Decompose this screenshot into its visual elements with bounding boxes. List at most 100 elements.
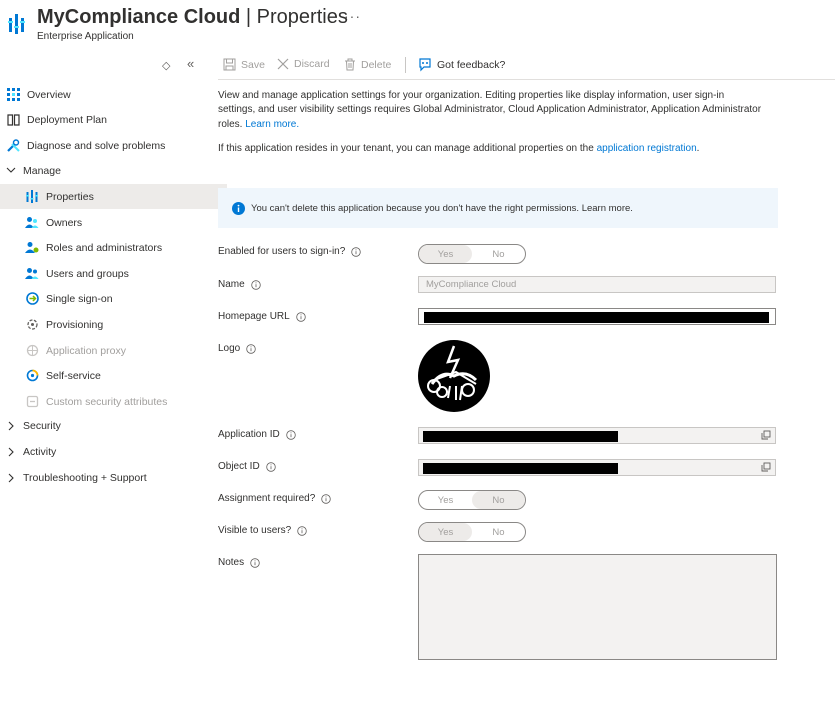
enabled-sign-in-toggle[interactable]: Yes No <box>418 244 526 264</box>
tenant-text: If this application resides in your tena… <box>218 143 594 154</box>
homepage-url-text: Homepage URL <box>218 311 290 322</box>
object-id-field[interactable] <box>418 459 776 476</box>
sidebar-item-label: Deployment Plan <box>27 113 107 126</box>
sidebar-item-label: Provisioning <box>46 318 104 331</box>
chevron-down-icon <box>6 167 16 174</box>
users-groups-icon <box>25 267 39 281</box>
assignment-required-text: Assignment required? <box>218 493 316 504</box>
application-registration-link[interactable]: application registration <box>597 143 697 154</box>
sidebar-item-provisioning[interactable]: Provisioning <box>0 312 227 337</box>
delete-label: Delete <box>361 58 392 71</box>
toggle-yes[interactable]: Yes <box>419 523 472 541</box>
info-icon[interactable] <box>286 429 296 440</box>
info-icon[interactable] <box>250 279 261 290</box>
sidebar-group-security[interactable]: Security <box>0 413 208 438</box>
application-id-label: Application ID <box>218 429 296 440</box>
info-circle-icon <box>232 201 245 215</box>
sidebar-item-properties[interactable]: Properties <box>0 184 227 209</box>
copy-icon[interactable] <box>761 462 771 472</box>
command-bar: Save Discard Delete Got feedback? <box>218 55 835 80</box>
visible-to-users-text: Visible to users? <box>218 525 292 536</box>
homepage-url-field[interactable] <box>418 308 776 325</box>
more-options-button[interactable]: ··· <box>344 8 361 24</box>
notes-textarea[interactable] <box>418 554 777 660</box>
roles-icon <box>25 241 39 255</box>
visible-to-users-toggle[interactable]: Yes No <box>418 522 526 542</box>
sidebar-item-overview[interactable]: Overview <box>0 82 208 107</box>
sidebar-item-users-groups[interactable]: Users and groups <box>0 261 227 286</box>
logo-label: Logo <box>218 343 256 354</box>
application-id-field[interactable] <box>418 427 776 444</box>
sidebar-item-label: Diagnose and solve problems <box>27 139 166 152</box>
info-icon[interactable] <box>265 461 276 472</box>
collapse-sidebar-button[interactable]: « <box>187 56 194 71</box>
feedback-button[interactable]: Got feedback? <box>418 58 505 72</box>
sidebar-item-custom-security-attributes[interactable]: Custom security attributes <box>0 389 227 414</box>
sidebar-item-label: Application proxy <box>46 344 126 357</box>
redacted-value <box>424 312 769 323</box>
redacted-value <box>423 463 618 474</box>
sidebar-item-label: Custom security attributes <box>46 395 168 408</box>
sidebar-item-label: Troubleshooting + Support <box>23 471 147 484</box>
save-label: Save <box>241 58 265 71</box>
name-value: MyCompliance Cloud <box>426 279 517 290</box>
info-icon[interactable] <box>321 493 331 504</box>
save-button[interactable]: Save <box>223 58 265 71</box>
sidebar-item-application-proxy[interactable]: Application proxy <box>0 338 227 363</box>
discard-label: Discard <box>294 58 330 70</box>
chevron-right-icon <box>6 473 16 483</box>
tenant-end: . <box>696 143 700 154</box>
toggle-no[interactable]: No <box>472 245 525 263</box>
book-icon <box>6 113 20 127</box>
info-banner-message: You can't delete this application becaus… <box>251 202 633 214</box>
sidebar-item-label: Security <box>23 419 61 432</box>
sidebar-item-deployment-plan[interactable]: Deployment Plan <box>0 107 208 132</box>
learn-more-link[interactable]: Learn more. <box>245 119 299 130</box>
toggle-no[interactable]: No <box>472 491 525 509</box>
sidebar-item-diagnose[interactable]: Diagnose and solve problems <box>0 133 208 158</box>
sidebar-item-single-sign-on[interactable]: Single sign-on <box>0 286 227 311</box>
sidebar-item-label: Users and groups <box>46 267 129 280</box>
info-icon[interactable] <box>296 311 306 322</box>
object-id-label: Object ID <box>218 461 276 472</box>
sidebar-item-roles[interactable]: Roles and administrators <box>0 235 227 260</box>
sidebar-group-manage[interactable]: Manage <box>0 158 208 183</box>
assignment-required-label: Assignment required? <box>218 493 331 504</box>
notes-label: Notes <box>218 557 260 568</box>
self-service-icon <box>25 369 39 383</box>
toolbar-separator <box>405 57 406 73</box>
trash-icon <box>344 58 356 71</box>
redacted-value <box>423 431 618 442</box>
blade-title: Properties <box>256 6 348 28</box>
copy-icon[interactable] <box>761 430 771 440</box>
info-icon[interactable] <box>351 246 361 257</box>
enabled-sign-in-text: Enabled for users to sign-in? <box>218 246 346 257</box>
toggle-yes[interactable]: Yes <box>419 491 472 509</box>
sidebar-group-activity[interactable]: Activity <box>0 439 208 464</box>
sidebar-item-label: Roles and administrators <box>46 241 163 254</box>
info-icon[interactable] <box>246 343 256 354</box>
custom-attributes-icon <box>25 395 39 409</box>
provisioning-icon <box>25 318 39 332</box>
info-icon[interactable] <box>250 557 260 568</box>
enabled-sign-in-label: Enabled for users to sign-in? <box>218 246 361 257</box>
name-field[interactable]: MyCompliance Cloud <box>418 276 776 293</box>
sidebar-item-label: Overview <box>27 88 71 101</box>
info-icon[interactable] <box>297 525 307 536</box>
sidebar-group-troubleshooting[interactable]: Troubleshooting + Support <box>0 465 208 490</box>
assignment-required-toggle[interactable]: Yes No <box>418 490 526 510</box>
wrench-icon <box>6 139 20 153</box>
owners-icon <box>25 216 39 230</box>
toggle-no[interactable]: No <box>472 523 525 541</box>
toggle-yes[interactable]: Yes <box>419 245 472 263</box>
delete-button[interactable]: Delete <box>344 58 391 71</box>
tenant-description: If this application resides in your tena… <box>218 143 778 154</box>
discard-button[interactable]: Discard <box>277 58 330 70</box>
page-title: MyCompliance Cloud | Properties <box>37 6 348 29</box>
object-id-text: Object ID <box>218 461 260 472</box>
sidebar-item-owners[interactable]: Owners <box>0 210 227 235</box>
restore-sidebar-icon[interactable]: ◇ <box>162 59 170 72</box>
sidebar-item-self-service[interactable]: Self-service <box>0 363 227 388</box>
page-subtitle: Enterprise Application <box>37 31 134 42</box>
name-text: Name <box>218 279 245 290</box>
